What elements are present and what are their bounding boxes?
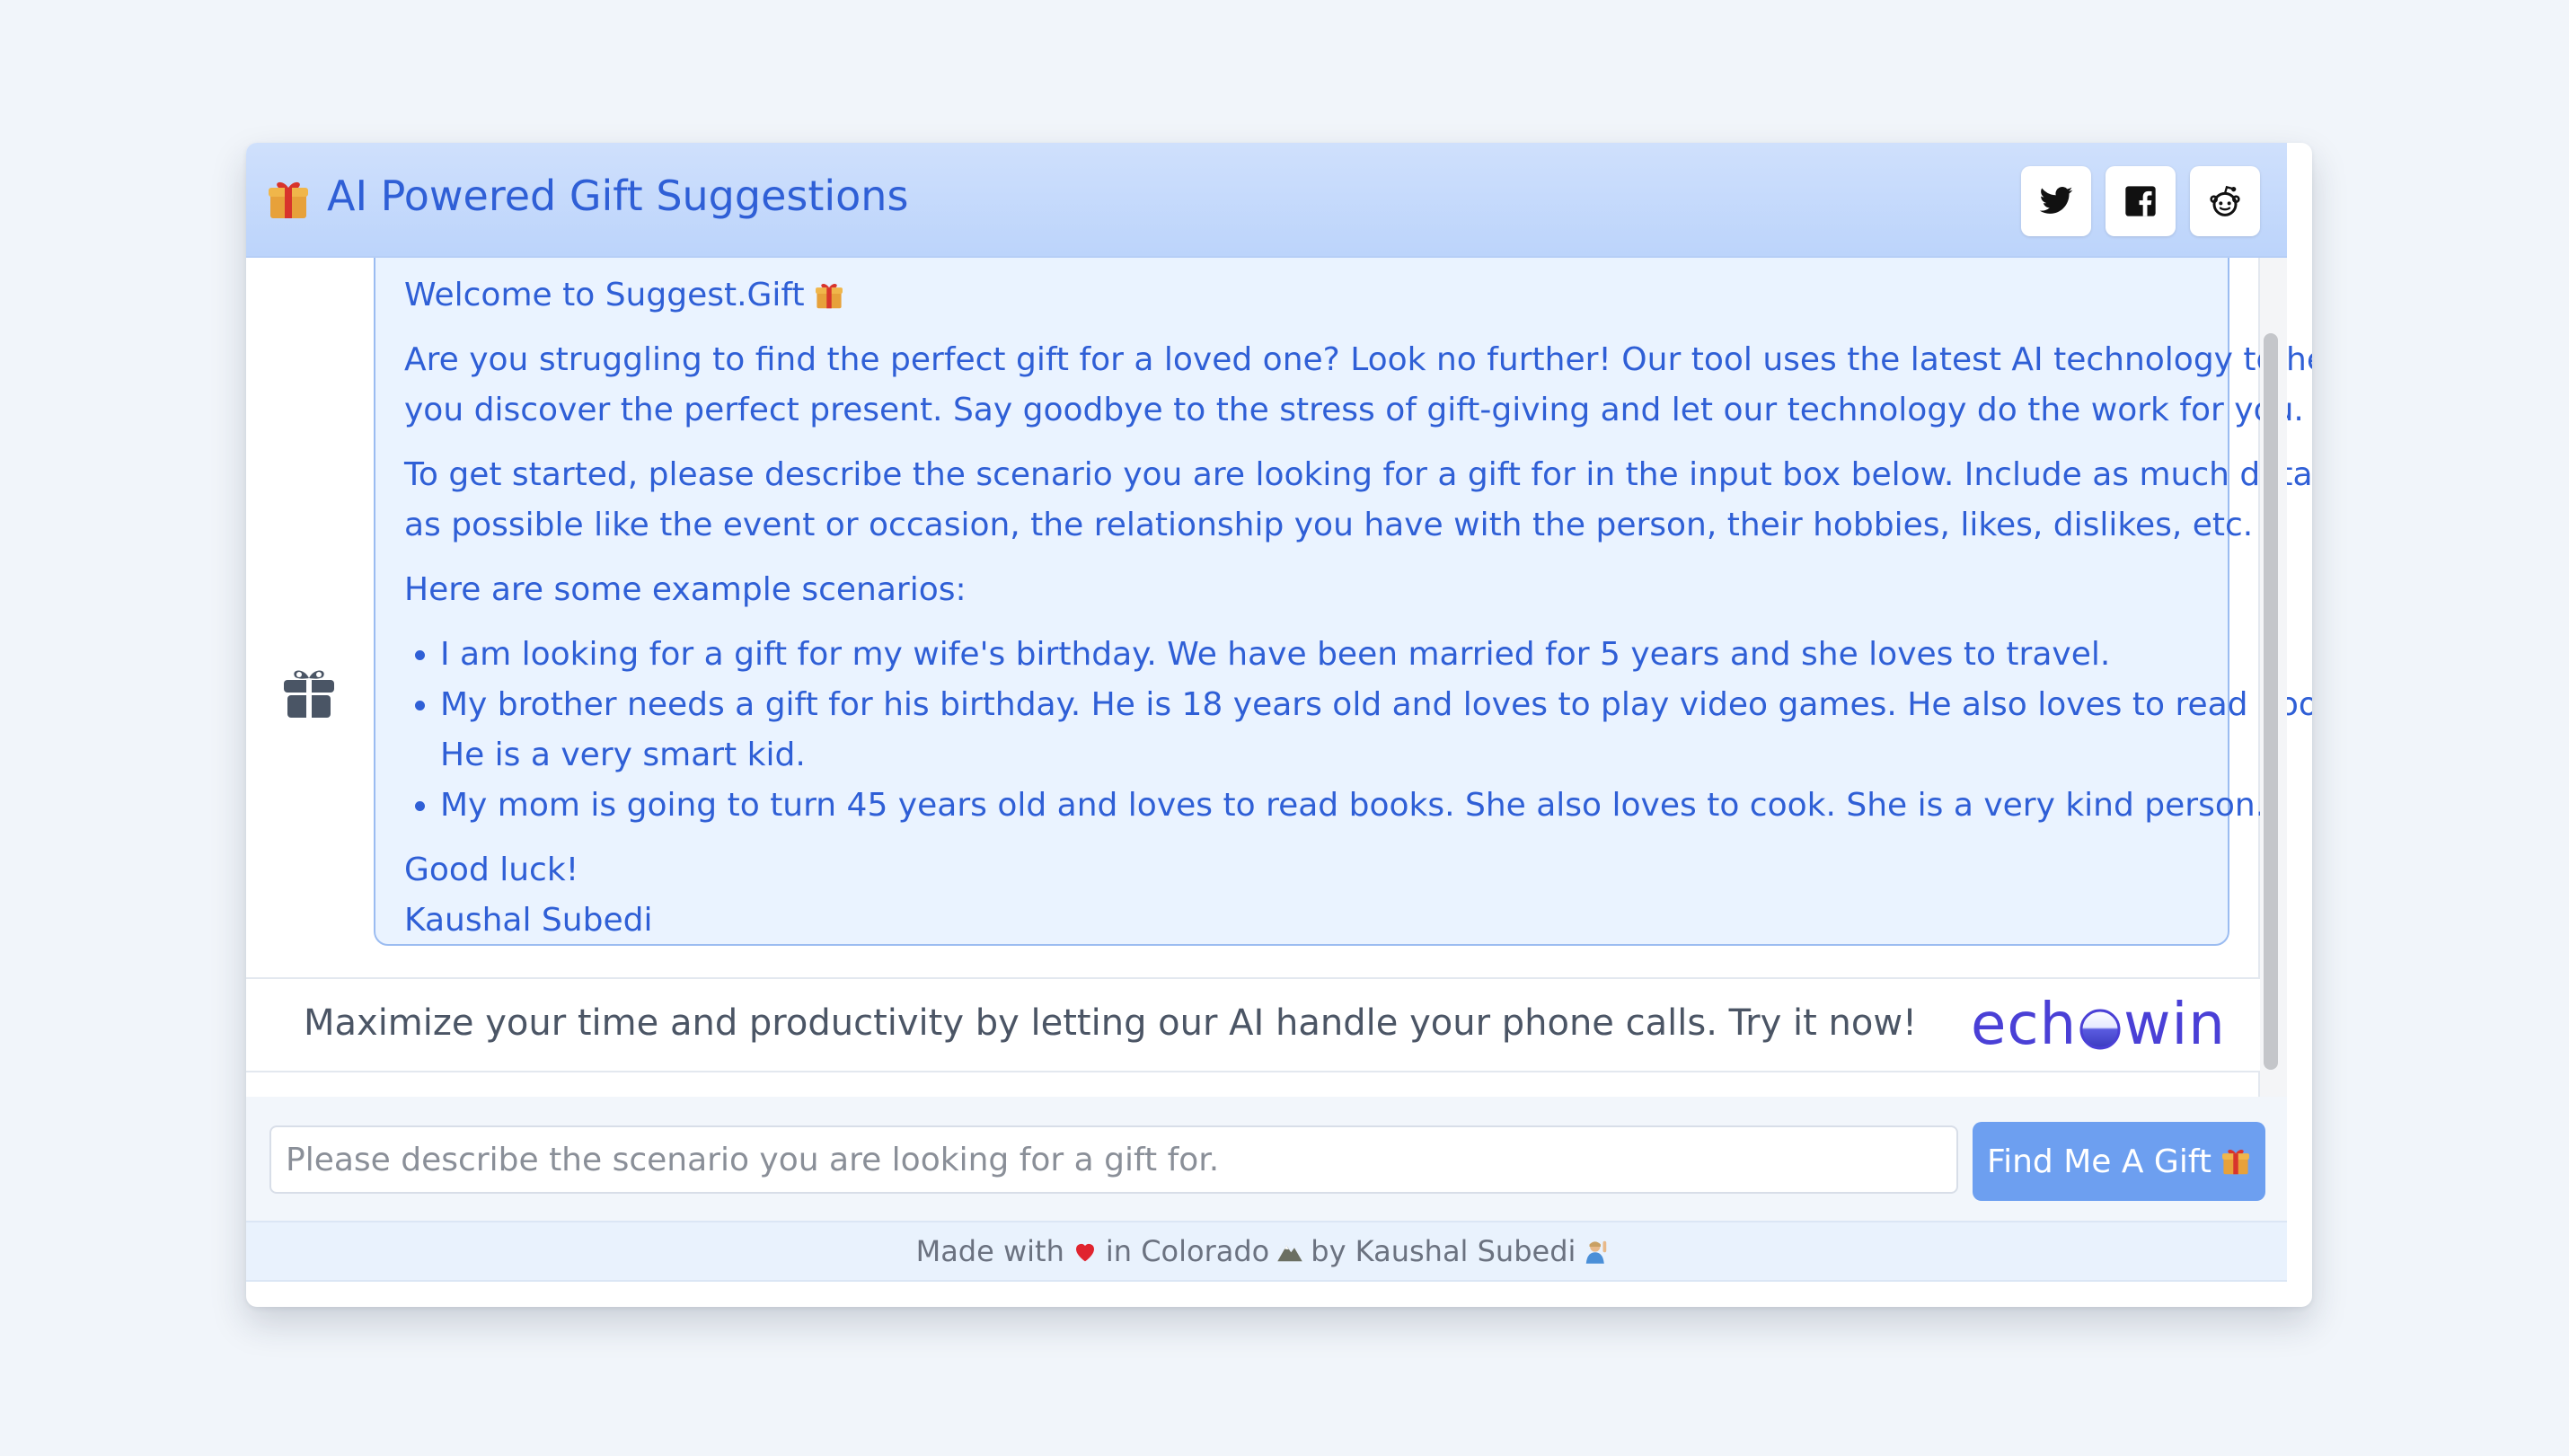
intro-line-1: Are you struggling to find the perfect g… xyxy=(404,341,2312,378)
brand-left: ech xyxy=(1971,992,2078,1058)
list-item: I am looking for a gift for my wife's bi… xyxy=(440,630,2199,680)
ad-banner[interactable]: Maximize your time and productivity by l… xyxy=(246,977,2260,1072)
person-raising-hand-icon xyxy=(1586,1240,1607,1264)
example-line-1: My brother needs a gift for his birthday… xyxy=(440,686,2312,723)
footer: Made with in Colorado by Kaushal Subedi xyxy=(246,1221,2287,1282)
welcome-text: Welcome to Suggest.Gift xyxy=(404,277,805,313)
scrollbar-thumb[interactable] xyxy=(2264,333,2278,1070)
brand-right: win xyxy=(2123,992,2226,1058)
reddit-icon xyxy=(2210,185,2240,216)
gift-icon xyxy=(284,670,334,718)
twitter-share-button[interactable] xyxy=(2021,166,2091,236)
gift-emoji-icon xyxy=(269,181,308,218)
echowin-o-icon xyxy=(2079,1009,2121,1050)
scenario-input[interactable] xyxy=(269,1125,1958,1194)
app-card: AI Powered Gift Suggestions Welcome to S… xyxy=(246,143,2312,1307)
footer-text-2: in Colorado xyxy=(1105,1234,1270,1268)
find-gift-button[interactable]: Find Me A Gift xyxy=(1973,1122,2265,1201)
page-title: AI Powered Gift Suggestions xyxy=(327,172,909,220)
facebook-icon xyxy=(2125,186,2156,216)
input-area: Find Me A Gift xyxy=(246,1097,2287,1221)
instructions-line-2: as possible like the event or occasion, … xyxy=(404,507,2254,543)
examples-heading: Here are some example scenarios: xyxy=(404,571,967,608)
find-gift-label: Find Me A Gift xyxy=(1987,1143,2211,1180)
list-item: My mom is going to turn 45 years old and… xyxy=(440,781,2265,831)
signature-text: Kaushal Subedi xyxy=(404,902,653,939)
instructions-paragraph: To get started, please describe the scen… xyxy=(404,450,2312,551)
gift-emoji-icon xyxy=(815,284,843,309)
example-line-2: He is a very smart kid. xyxy=(440,737,806,773)
ad-text: Maximize your time and productivity by l… xyxy=(304,1002,1918,1044)
closing-block: Good luck! Kaushal Subedi xyxy=(404,845,2199,946)
closing-text: Good luck! xyxy=(404,852,579,888)
reddit-share-button[interactable] xyxy=(2190,166,2260,236)
welcome-line: Welcome to Suggest.Gift xyxy=(404,270,2199,321)
twitter-icon xyxy=(2039,187,2073,214)
welcome-message: Welcome to Suggest.Gift Are you struggli… xyxy=(374,240,2312,946)
app-header: AI Powered Gift Suggestions xyxy=(246,143,2287,258)
list-item: My brother needs a gift for his birthday… xyxy=(440,680,2312,781)
intro-paragraph: Are you struggling to find the perfect g… xyxy=(404,335,2312,436)
mountain-icon xyxy=(1277,1245,1302,1262)
echowin-logo[interactable]: ech win xyxy=(1971,992,2226,1058)
footer-text-1: Made with xyxy=(915,1234,1064,1268)
footer-text-3: by Kaushal Subedi xyxy=(1311,1234,1576,1268)
intro-line-2: you discover the perfect present. Say go… xyxy=(404,392,2304,428)
examples-list: I am looking for a gift for my wife's bi… xyxy=(404,630,2312,831)
facebook-share-button[interactable] xyxy=(2106,166,2176,236)
heart-icon xyxy=(1075,1243,1094,1262)
instructions-line-1: To get started, please describe the scen… xyxy=(404,456,2312,493)
gift-emoji-icon xyxy=(2222,1150,2249,1175)
